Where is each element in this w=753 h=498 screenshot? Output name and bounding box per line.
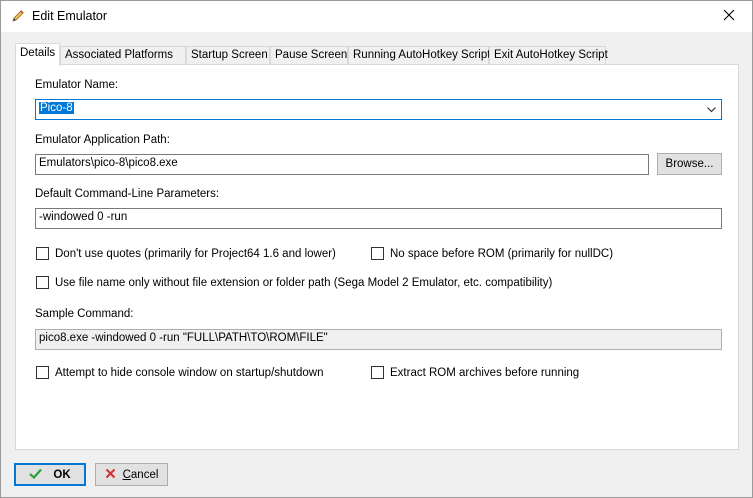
cmdline-input[interactable]: -windowed 0 -run	[35, 208, 722, 229]
extract-rom-label: Extract ROM archives before running	[390, 366, 580, 379]
sample-command-field[interactable]: pico8.exe -windowed 0 -run "FULL\PATH\TO…	[35, 329, 722, 350]
cmdline-label: Default Command-Line Parameters:	[35, 188, 220, 200]
edit-emulator-dialog: Edit Emulator Details Associated Platfor…	[0, 0, 753, 498]
x-icon	[105, 468, 116, 482]
filename-only-checkbox[interactable]: Use file name only without file extensio…	[36, 276, 552, 289]
no-quotes-checkbox[interactable]: Don't use quotes (primarily for Project6…	[36, 247, 336, 260]
no-space-checkbox[interactable]: No space before ROM (primarily for nullD…	[371, 247, 613, 260]
browse-button[interactable]: Browse...	[657, 153, 722, 175]
tab-running-autohotkey-script[interactable]: Running AutoHotkey Script	[348, 46, 490, 65]
filename-only-label: Use file name only without file extensio…	[55, 276, 553, 289]
sample-command-label: Sample Command:	[35, 308, 134, 320]
checkbox-box[interactable]	[371, 247, 384, 260]
pencil-icon	[11, 9, 25, 23]
hide-console-label: Attempt to hide console window on startu…	[55, 366, 324, 379]
title-bar: Edit Emulator	[1, 1, 752, 32]
tab-startup-screen[interactable]: Startup Screen	[186, 46, 270, 65]
ok-button[interactable]: OK	[14, 463, 86, 486]
chevron-down-icon[interactable]	[706, 104, 717, 115]
checkmark-icon	[29, 468, 43, 482]
cancel-button[interactable]: Cancel	[95, 463, 168, 486]
ok-label: OK	[53, 468, 71, 481]
tab-associated-platforms[interactable]: Associated Platforms	[60, 46, 186, 65]
app-path-label: Emulator Application Path:	[35, 134, 170, 146]
details-panel: Emulator Name: Pico-8 Emulator Applicati…	[15, 64, 739, 450]
tab-exit-autohotkey-script[interactable]: Exit AutoHotkey Script	[489, 46, 608, 65]
close-icon	[723, 9, 735, 24]
checkbox-box[interactable]	[371, 366, 384, 379]
emulator-name-combobox[interactable]: Pico-8	[35, 99, 722, 120]
cancel-label: Cancel	[122, 468, 159, 481]
close-button[interactable]	[706, 1, 752, 32]
app-path-input[interactable]: Emulators\pico-8\pico8.exe	[35, 154, 649, 175]
extract-rom-checkbox[interactable]: Extract ROM archives before running	[371, 366, 579, 379]
checkbox-box[interactable]	[36, 276, 49, 289]
window-title: Edit Emulator	[32, 9, 108, 23]
no-quotes-label: Don't use quotes (primarily for Project6…	[55, 247, 336, 260]
checkbox-box[interactable]	[36, 247, 49, 260]
tab-pause-screen[interactable]: Pause Screen	[270, 46, 348, 65]
no-space-label: No space before ROM (primarily for nullD…	[390, 247, 614, 260]
emulator-name-label: Emulator Name:	[35, 79, 119, 91]
tab-details[interactable]: Details	[15, 43, 60, 66]
emulator-name-value: Pico-8	[39, 102, 74, 114]
checkbox-box[interactable]	[36, 366, 49, 379]
hide-console-checkbox[interactable]: Attempt to hide console window on startu…	[36, 366, 324, 379]
